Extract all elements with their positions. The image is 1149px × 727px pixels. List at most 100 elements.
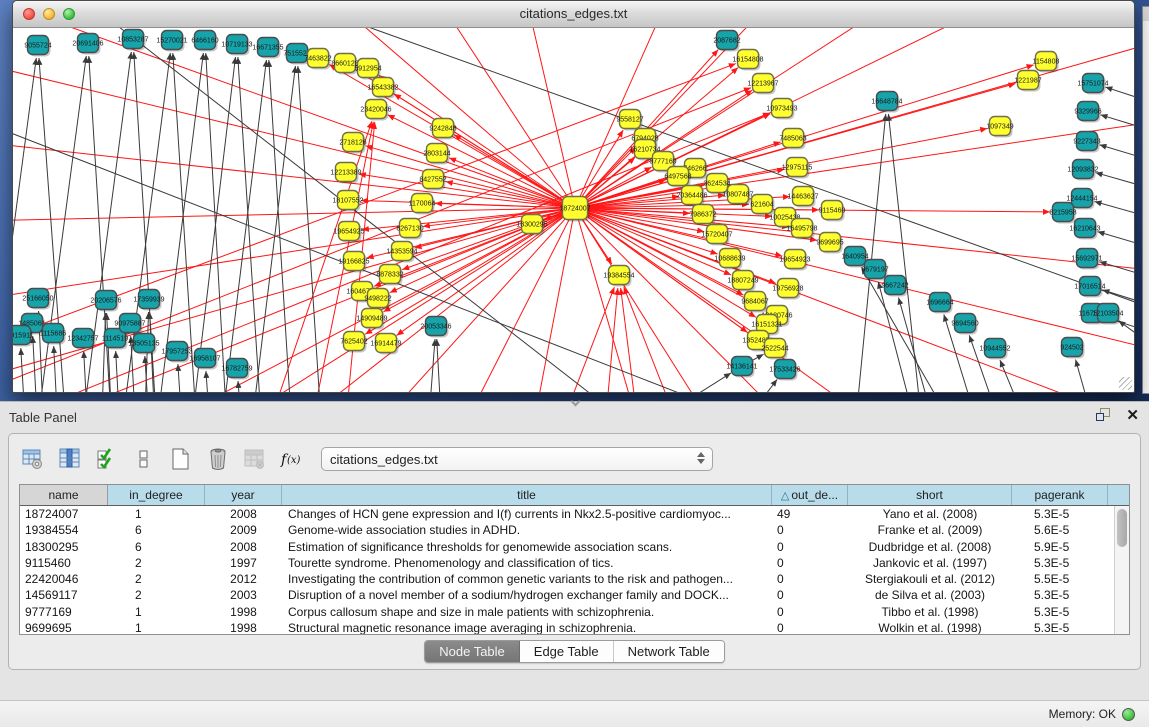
network-edge[interactable] <box>575 208 1134 392</box>
network-node[interactable]: 25166050 <box>22 289 53 310</box>
network-edge[interactable] <box>21 348 28 392</box>
table-cell[interactable]: 1998 <box>205 604 282 620</box>
network-node[interactable]: 20206576 <box>90 291 121 312</box>
network-edge[interactable] <box>1097 232 1134 250</box>
table-settings-icon[interactable] <box>19 445 47 473</box>
network-edge[interactable] <box>206 371 213 392</box>
network-node[interactable]: 20053346 <box>420 317 451 338</box>
network-node[interactable]: 14463627 <box>787 187 818 208</box>
column-header-short[interactable]: short <box>848 485 1012 505</box>
network-node[interactable]: 1170064 <box>409 194 436 215</box>
network-node[interactable]: 9115460 <box>819 201 846 222</box>
table-row[interactable]: 977716911998Corpus callosum shape and si… <box>20 604 1114 620</box>
table-cell[interactable]: Corpus callosum shape and size in male p… <box>282 604 772 620</box>
network-node[interactable]: 621604 <box>750 195 774 216</box>
network-node[interactable]: 2718126 <box>339 133 366 154</box>
network-node[interactable]: 9227343 <box>1073 132 1100 153</box>
network-node[interactable]: 2522544 <box>761 339 788 360</box>
network-edge[interactable] <box>560 373 731 392</box>
table-cell[interactable]: 1998 <box>205 620 282 634</box>
table-cell[interactable]: Dudbridge et al. (2008) <box>848 539 1012 555</box>
table-cell[interactable]: 14569117 <box>20 587 108 603</box>
column-header-name[interactable]: name <box>20 485 108 505</box>
network-node[interactable]: 9694560 <box>951 314 978 335</box>
network-node[interactable]: 16958107 <box>189 349 220 370</box>
table-cell[interactable]: 2008 <box>205 539 282 555</box>
network-edge[interactable] <box>878 282 930 392</box>
network-node[interactable]: 7463822 <box>304 49 331 70</box>
column-header-title[interactable]: title <box>282 485 772 505</box>
network-edge[interactable] <box>245 66 295 392</box>
network-node[interactable]: 14909489 <box>356 309 387 330</box>
function-builder-icon[interactable]: f(x) <box>278 445 306 473</box>
network-node[interactable]: 10807487 <box>722 185 753 206</box>
table-cell[interactable]: Tibbo et al. (1998) <box>848 604 1012 620</box>
resize-grip-icon[interactable] <box>1119 377 1132 390</box>
column-header-pagerank[interactable]: pagerank <box>1012 485 1108 505</box>
network-node[interactable]: 6466160 <box>191 31 218 52</box>
network-edge[interactable] <box>269 60 295 392</box>
tab-network-table[interactable]: Network Table <box>614 641 724 662</box>
network-node[interactable]: 10688639 <box>714 249 745 270</box>
table-row[interactable]: 911546021997Tourette syndrome. Phenomeno… <box>20 555 1114 571</box>
network-edge[interactable] <box>185 57 235 392</box>
network-edge[interactable] <box>13 208 575 301</box>
table-cell[interactable]: 2008 <box>205 506 282 522</box>
network-table-select[interactable]: citations_edges.txt <box>321 447 713 471</box>
network-node[interactable]: 19654925 <box>333 222 364 243</box>
table-cell[interactable]: Disruption of a novel member of a sodium… <box>282 587 772 603</box>
network-node[interactable]: 924502 <box>1060 338 1084 359</box>
table-cell[interactable]: 9115460 <box>20 555 108 571</box>
network-node[interactable]: 16648784 <box>871 92 902 113</box>
table-cell[interactable]: 5.3E-5 <box>1012 587 1108 603</box>
network-edge[interactable] <box>575 28 1060 208</box>
network-view-window[interactable]: citations_edges.txt 90557242069140610853… <box>12 0 1135 393</box>
network-edge[interactable] <box>1076 360 1110 392</box>
network-node[interactable]: 10719133 <box>221 35 252 56</box>
network-node[interactable]: 19384554 <box>603 266 634 287</box>
network-node[interactable]: 12213967 <box>747 74 778 95</box>
network-node[interactable]: 23420046 <box>360 100 391 121</box>
table-cell[interactable]: de Silva et al. (2003) <box>848 587 1012 603</box>
table-cell[interactable]: 5.5E-5 <box>1012 571 1108 587</box>
network-node[interactable]: 19654923 <box>779 250 810 271</box>
table-cell[interactable]: 0 <box>772 571 848 587</box>
network-edge[interactable] <box>437 339 444 392</box>
network-node[interactable]: 2803144 <box>423 144 450 165</box>
network-node[interactable]: 1696664 <box>926 293 953 314</box>
table-cell[interactable]: 2 <box>108 571 205 587</box>
network-node[interactable]: 10944552 <box>979 339 1010 360</box>
network-node[interactable]: 16154808 <box>732 50 763 71</box>
network-node[interactable]: 16914479 <box>370 334 401 355</box>
network-edge[interactable] <box>1099 262 1134 280</box>
network-node[interactable]: 9667242 <box>881 276 908 297</box>
table-cell[interactable]: Investigating the contribution of common… <box>282 571 772 587</box>
network-node[interactable]: 12342757 <box>67 329 98 350</box>
network-edge[interactable] <box>100 313 106 392</box>
table-cell[interactable]: 2012 <box>205 571 282 587</box>
network-node[interactable]: 9699695 <box>816 233 843 254</box>
network-node[interactable]: 1097349 <box>986 117 1013 138</box>
network-node[interactable]: 9558127 <box>616 110 643 131</box>
table-cell[interactable]: 0 <box>772 539 848 555</box>
network-node[interactable]: 17533426 <box>769 360 800 381</box>
table-cell[interactable]: 9777169 <box>20 604 108 620</box>
table-cell[interactable]: 5.9E-5 <box>1012 539 1108 555</box>
tab-node-table[interactable]: Node Table <box>425 641 520 662</box>
network-node[interactable]: 8679197 <box>861 260 888 281</box>
network-node[interactable]: 8215958 <box>1049 203 1076 224</box>
network-node[interactable]: 16210643 <box>1069 219 1100 240</box>
table-cell[interactable]: 22420046 <box>20 571 108 587</box>
network-node[interactable]: 6497568 <box>664 167 691 188</box>
network-edge[interactable] <box>1000 360 1050 392</box>
table-row[interactable]: 969969511998Structural magnetic resonanc… <box>20 620 1114 634</box>
network-node[interactable]: 18724007 <box>559 197 590 222</box>
network-node[interactable]: 9329966 <box>1074 102 1101 123</box>
table-cell[interactable]: Franke et al. (2009) <box>848 522 1012 538</box>
network-node[interactable]: 8427552 <box>419 170 446 191</box>
network-node[interactable]: 18807249 <box>727 271 758 292</box>
network-node[interactable]: 2087682 <box>713 31 740 52</box>
network-edge[interactable] <box>1095 202 1134 220</box>
column-header-in-degree[interactable]: in_degree <box>108 485 205 505</box>
table-cell[interactable]: 1 <box>108 604 205 620</box>
